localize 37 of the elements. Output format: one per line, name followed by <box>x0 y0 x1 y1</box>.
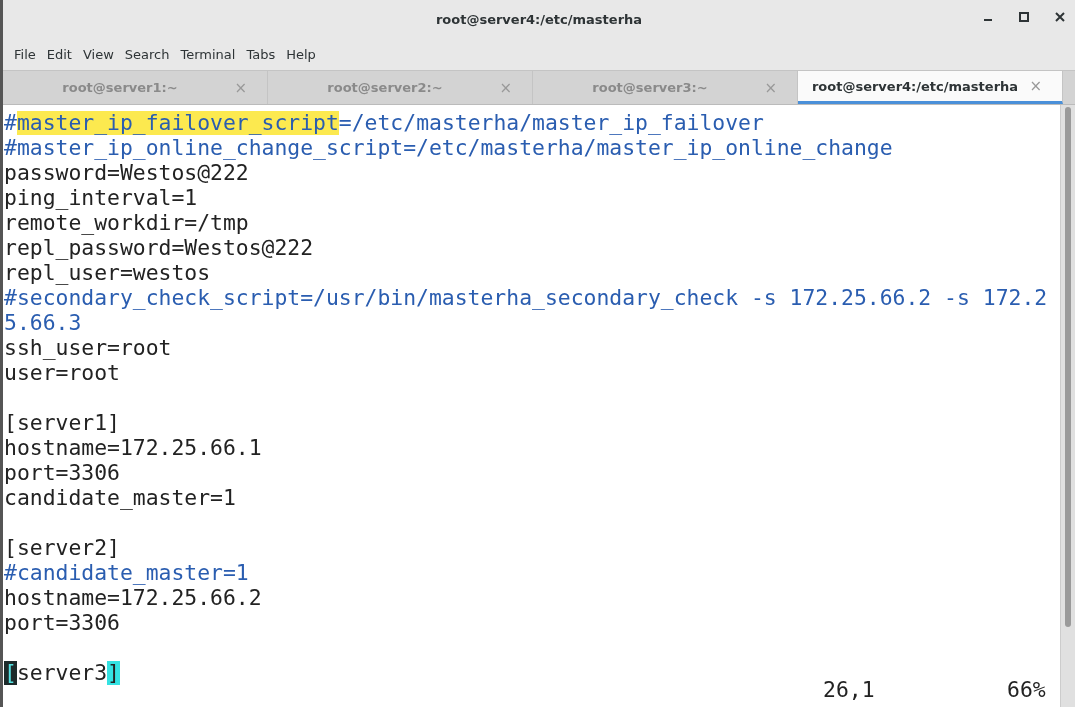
code-text: server3 <box>16 661 108 685</box>
comment-text: =/etc/masterha/master_ip_failover <box>338 111 764 135</box>
comment-text: #candidate_master=1 <box>4 561 249 585</box>
scrollbar[interactable] <box>1060 105 1075 707</box>
code-text: [server2] <box>4 536 120 560</box>
matching-bracket: ] <box>107 661 120 685</box>
terminal-tab[interactable]: root@server4:/etc/masterha × <box>798 71 1063 104</box>
code-text: ping_interval=1 <box>4 186 198 210</box>
code-text: hostname=172.25.66.1 <box>4 436 262 460</box>
code-text: port=3306 <box>4 461 120 485</box>
maximize-icon[interactable] <box>1017 10 1031 24</box>
menu-item[interactable]: File <box>11 46 44 62</box>
menu-item[interactable]: Search <box>121 46 178 62</box>
cursor-position: 26,1 <box>823 677 875 702</box>
code-text: user=root <box>4 361 120 385</box>
code-text: remote_workdir=/tmp <box>4 211 249 235</box>
cursor: [ <box>4 661 17 685</box>
code-text: port=3306 <box>4 611 120 635</box>
menu-item[interactable]: View <box>79 46 122 62</box>
comment-text: 5.66.3 <box>4 311 82 335</box>
menu-item[interactable]: Terminal <box>177 46 244 62</box>
menu-item[interactable]: Help <box>283 46 324 62</box>
code-text: hostname=172.25.66.2 <box>4 586 262 610</box>
scroll-percent: 66% <box>1007 677 1046 702</box>
code-text: repl_user=westos <box>4 261 211 285</box>
comment-text: #secondary_check_script=/usr/bin/masterha_secondary_check -s 172.25.66.2 -s 172.2 <box>4 286 1048 310</box>
code-text: password=Westos@222 <box>4 161 249 185</box>
code-text: candidate_master=1 <box>4 486 236 510</box>
comment-text: # <box>4 111 17 135</box>
menu-item[interactable]: Tabs <box>243 46 284 62</box>
menu-item[interactable]: Edit <box>43 46 80 62</box>
close-icon[interactable] <box>1053 10 1067 24</box>
comment-text: #master_ip_online_change_script=/etc/masterha/master_ip_online_change <box>4 136 893 160</box>
code-text: ssh_user=root <box>4 336 172 360</box>
code-text: repl_password=Westos@222 <box>4 236 314 260</box>
code-text: [server1] <box>4 411 120 435</box>
window-title: root@server4:/etc/masterha <box>435 11 643 27</box>
